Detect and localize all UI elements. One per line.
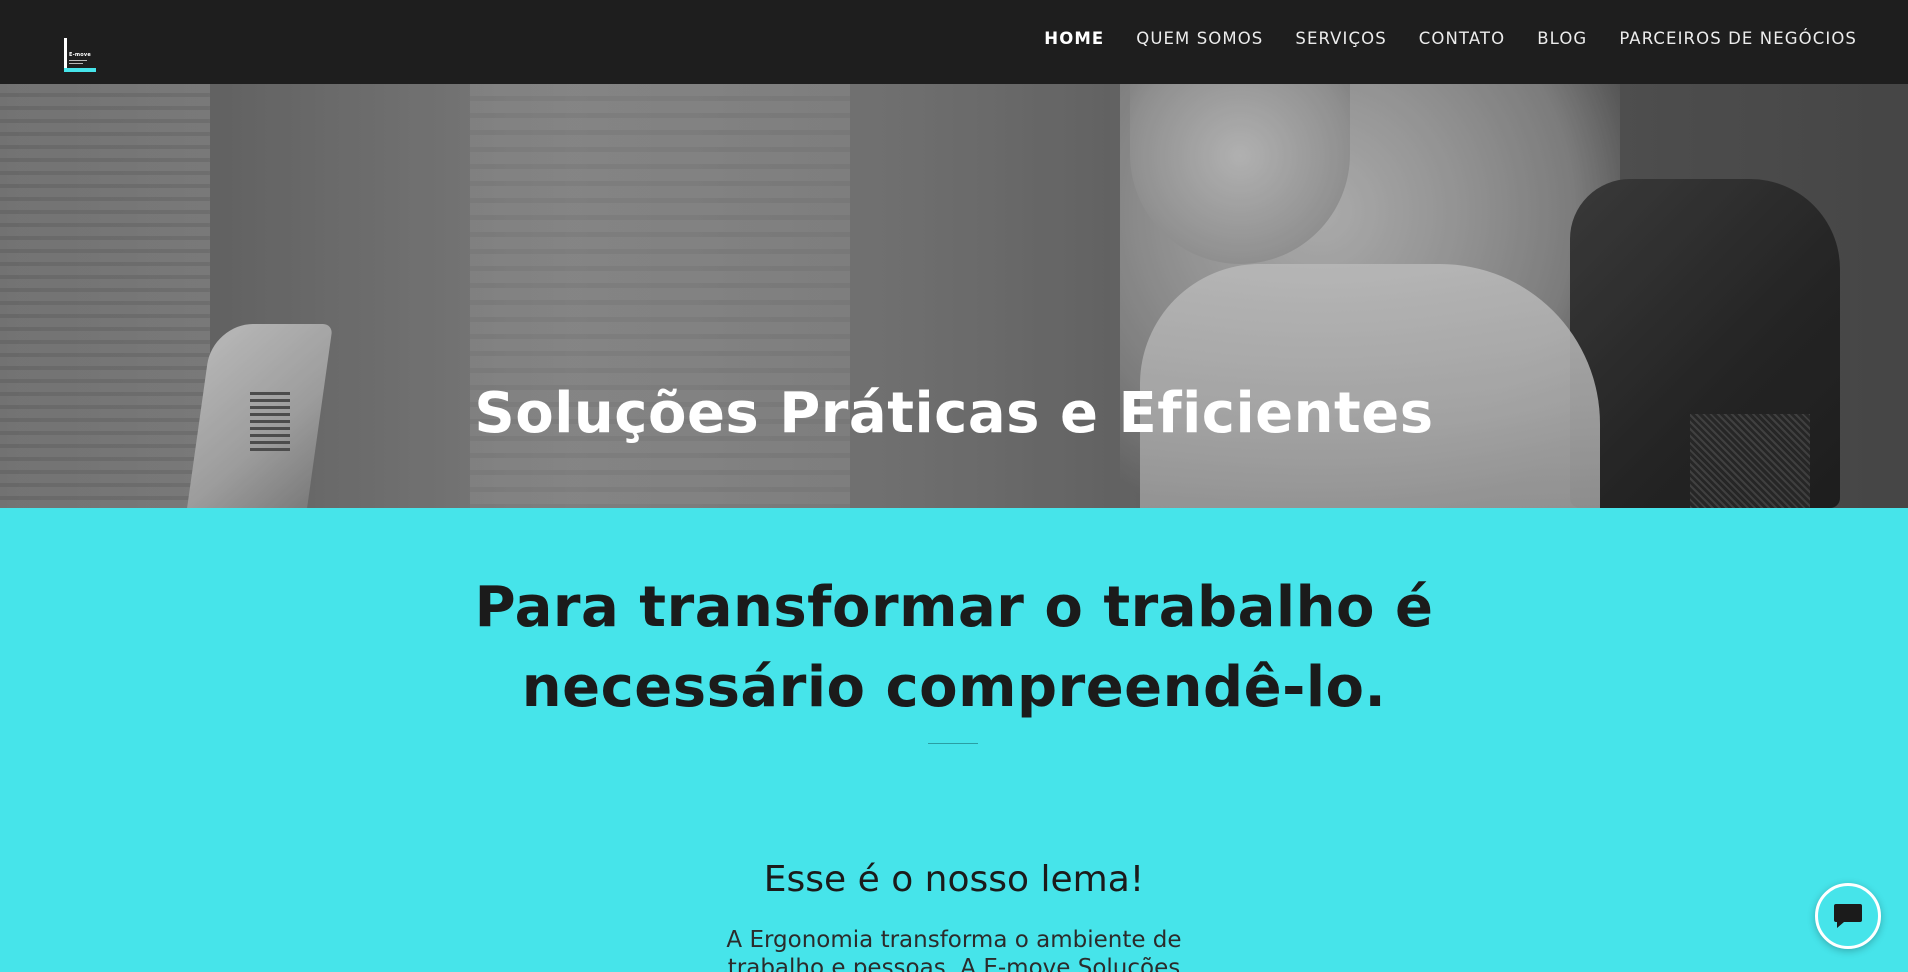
chat-bubble-icon: [1834, 904, 1862, 928]
nav-item-parceiros[interactable]: PARCEIROS DE NEGÓCIOS: [1619, 28, 1857, 50]
nav-item-home[interactable]: HOME: [1044, 28, 1104, 50]
logo-tagline-line: [69, 60, 87, 61]
section-title-line: necessário compreendê-lo.: [521, 655, 1387, 720]
logo-bar-vertical: [64, 38, 67, 68]
logo-bar-accent: [64, 68, 96, 72]
logo-brand-text: E-move: [69, 52, 91, 58]
body-text-line: A Ergonomia transforma o ambiente de: [726, 927, 1182, 953]
nav-item-servicos[interactable]: SERVIÇOS: [1295, 28, 1386, 50]
section-title: Para transformar o trabalho é necessário…: [454, 568, 1454, 728]
body-text-line: trabalho e pessoas. A E-move Soluções: [727, 955, 1181, 972]
chat-button[interactable]: [1815, 883, 1881, 949]
main-nav: HOME QUEM SOMOS SERVIÇOS CONTATO BLOG PA…: [1012, 28, 1857, 50]
page: E-move HOME QUEM SOMOS SERVIÇOS CONTATO …: [0, 0, 1908, 972]
nav-item-blog[interactable]: BLOG: [1537, 28, 1587, 50]
section-title-line: Para transformar o trabalho é: [474, 575, 1434, 640]
nav-item-quem-somos[interactable]: QUEM SOMOS: [1136, 28, 1263, 50]
hero-title: Soluções Práticas e Eficientes: [474, 381, 1434, 446]
hero-banner: Soluções Práticas e Eficientes: [0, 84, 1908, 508]
site-header: E-move HOME QUEM SOMOS SERVIÇOS CONTATO …: [0, 0, 1908, 84]
intro-section: Para transformar o trabalho é necessário…: [0, 508, 1908, 972]
section-subheading: Esse é o nosso lema!: [763, 859, 1145, 900]
nav-item-contato[interactable]: CONTATO: [1419, 28, 1505, 50]
section-divider: [928, 743, 978, 744]
logo-tagline-line: [69, 63, 83, 64]
logo[interactable]: E-move: [64, 38, 96, 72]
section-body-text: A Ergonomia transforma o ambiente de tra…: [700, 926, 1208, 972]
